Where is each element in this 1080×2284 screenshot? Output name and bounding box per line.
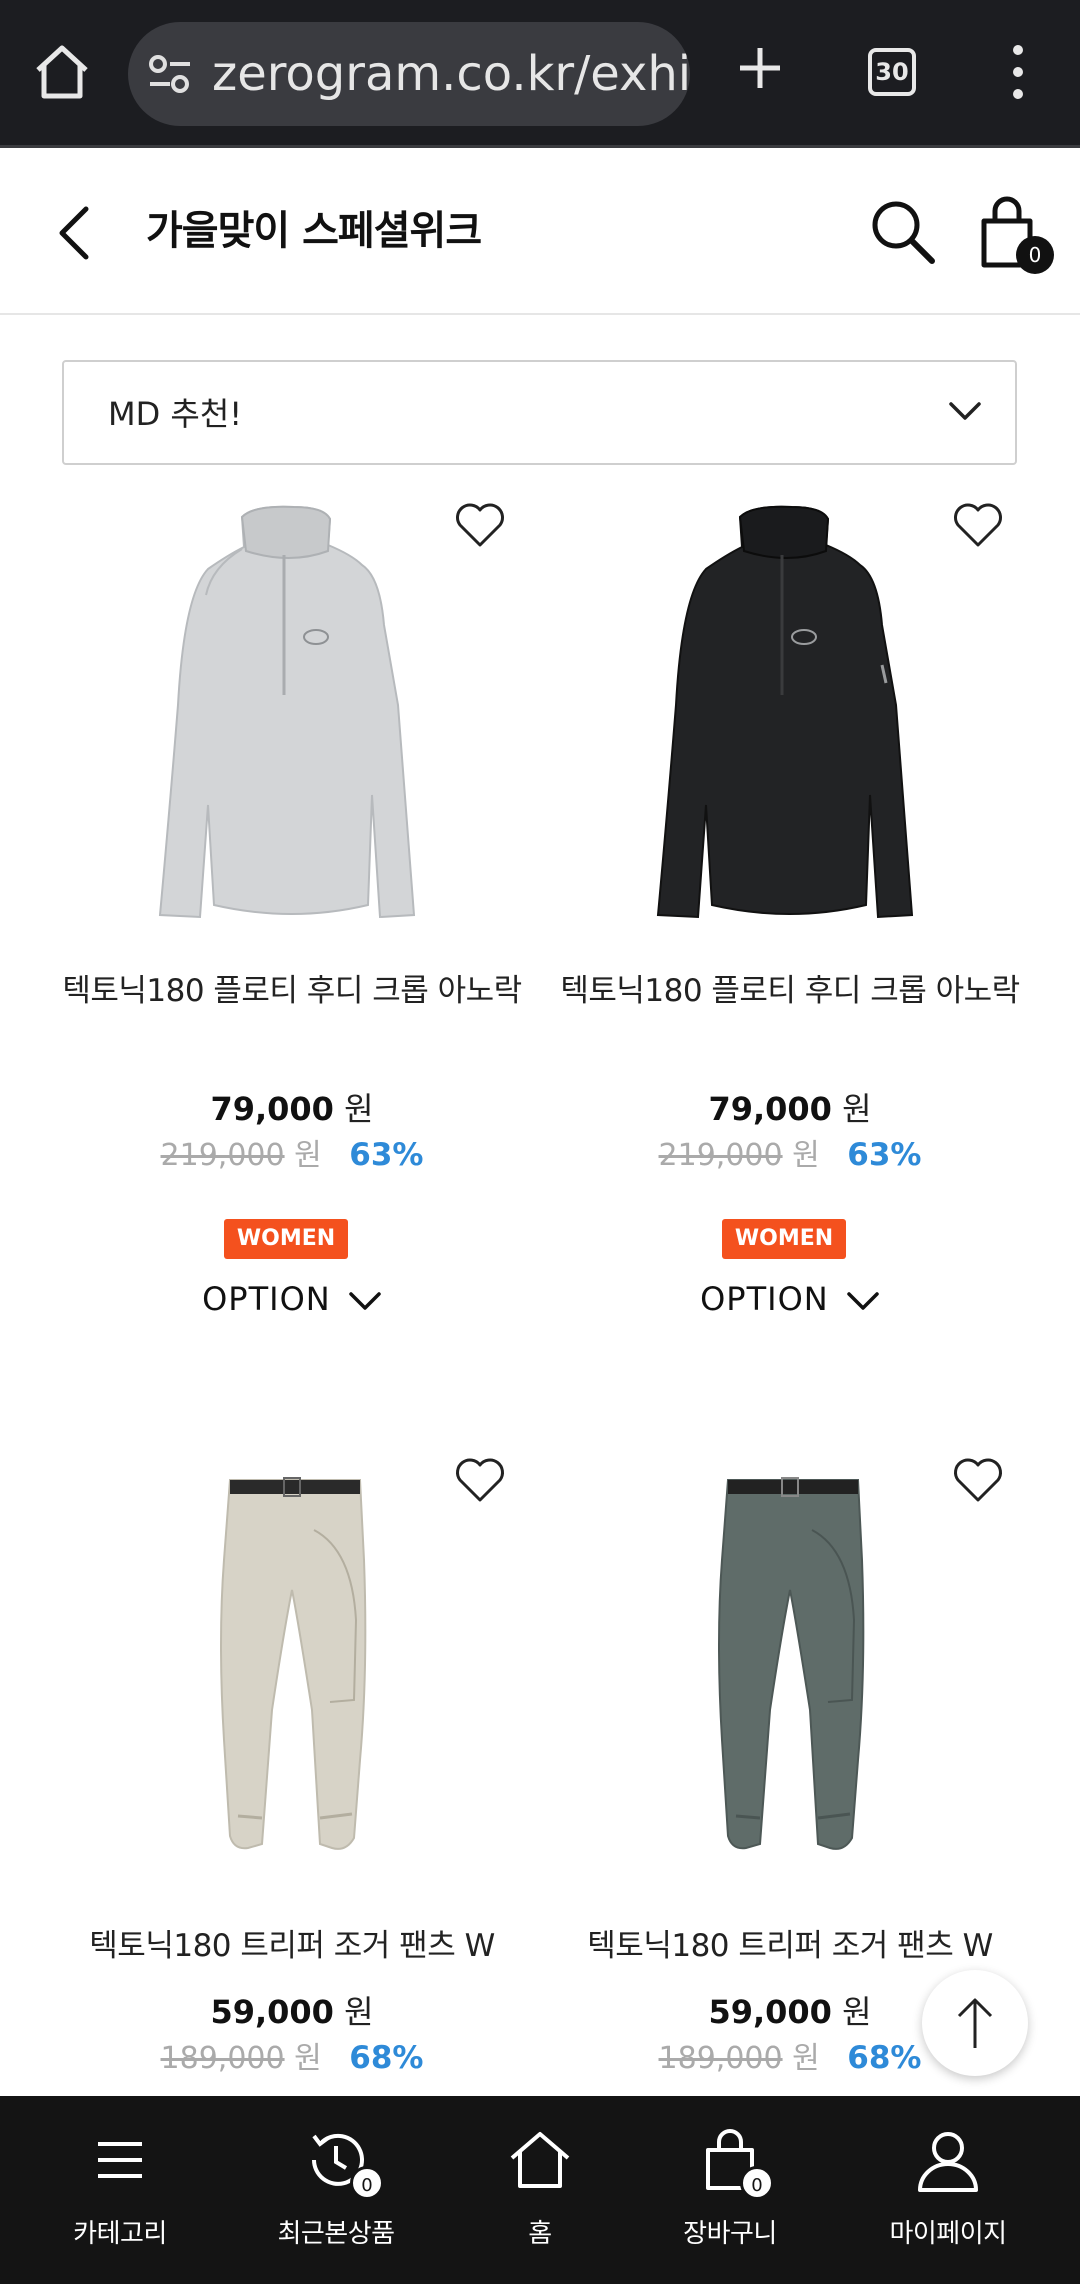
product-image[interactable] <box>560 505 1020 925</box>
original-price-currency: 원 <box>294 1138 322 1173</box>
original-price: 189,000 <box>658 2041 783 2076</box>
page-header: 가을맞이 스페셜위크 <box>0 151 1080 315</box>
sale-price-currency: 원 <box>344 1090 374 1128</box>
cart-count-badge: 0 <box>740 2166 774 2200</box>
nav-label: 마이페이지 <box>889 2219 1007 2249</box>
recent-count-badge: 0 <box>350 2166 384 2200</box>
new-tab-icon[interactable] <box>736 44 784 92</box>
sale-price-currency: 원 <box>842 1993 872 2031</box>
nav-item-category[interactable]: 카테고리 <box>20 2096 220 2284</box>
chevron-down-icon <box>349 1292 381 1310</box>
nav-label: 카테고리 <box>73 2219 167 2249</box>
wishlist-heart-icon[interactable] <box>952 501 1004 549</box>
home-icon <box>510 2132 570 2188</box>
page-title: 가을맞이 스페셜위크 <box>146 208 482 254</box>
product-card[interactable]: 텍토닉180 플로티 후디 크롭 아노락 79,000 원 219,000 원 … <box>560 503 1020 1345</box>
wishlist-heart-icon[interactable] <box>454 1456 506 1504</box>
product-name[interactable]: 텍토닉180 플로티 후디 크롭 아노락 <box>62 965 522 1017</box>
nav-item-mypage[interactable]: 마이페이지 <box>848 2096 1048 2284</box>
original-price: 219,000 <box>658 1138 783 1173</box>
nav-item-cart[interactable]: 0 장바구니 <box>630 2096 830 2284</box>
home-icon[interactable] <box>30 40 94 104</box>
original-price: 189,000 <box>160 2041 285 2076</box>
nav-label: 최근본상품 <box>277 2219 395 2249</box>
sort-selected-value: MD 추천! <box>108 395 243 433</box>
original-price: 219,000 <box>160 1138 285 1173</box>
product-card[interactable]: 텍토닉180 플로티 후디 크롭 아노락 79,000 원 219,000 원 … <box>62 503 522 1345</box>
option-label: OPTION <box>202 1280 331 1318</box>
nav-label: 홈 <box>528 2219 552 2249</box>
women-badge: WOMEN <box>722 1219 846 1259</box>
product-card[interactable]: 텍토닉180 트리퍼 조거 팬츠 W 59,000 원 189,000 원 68… <box>62 1440 522 2080</box>
original-price-currency: 원 <box>294 2041 322 2076</box>
original-price-currency: 원 <box>792 1138 820 1173</box>
original-price-currency: 원 <box>792 2041 820 2076</box>
chevron-down-icon <box>847 1292 879 1310</box>
option-toggle[interactable]: OPTION <box>560 1277 1020 1321</box>
wishlist-heart-icon[interactable] <box>952 1456 1004 1504</box>
nav-item-home[interactable]: 홈 <box>440 2096 640 2284</box>
product-name[interactable]: 텍토닉180 트리퍼 조거 팬츠 W <box>560 1920 1020 1972</box>
back-arrow-icon[interactable] <box>54 201 94 265</box>
nav-label: 장바구니 <box>683 2219 777 2249</box>
chevron-down-icon <box>949 402 981 420</box>
arrow-up-icon <box>957 1998 993 2048</box>
original-price-row: 219,000 원 63% <box>62 1133 522 1178</box>
sort-select[interactable]: MD 추천! <box>62 360 1017 465</box>
discount-rate: 63% <box>847 1137 922 1173</box>
product-image[interactable] <box>62 505 522 925</box>
nav-item-recent[interactable]: 0 최근본상품 <box>236 2096 436 2284</box>
sale-price-value: 79,000 <box>210 1090 334 1128</box>
sale-price-currency: 원 <box>842 1090 872 1128</box>
menu-icon <box>98 2142 142 2178</box>
product-name[interactable]: 텍토닉180 플로티 후디 크롭 아노락 <box>560 965 1020 1017</box>
more-menu-icon[interactable] <box>1012 44 1024 100</box>
product-image[interactable] <box>62 1440 522 1860</box>
discount-rate: 63% <box>349 1137 424 1173</box>
product-name[interactable]: 텍토닉180 트리퍼 조거 팬츠 W <box>62 1920 522 1972</box>
browser-toolbar: zerogram.co.kr/exhib 30 <box>0 0 1080 148</box>
option-label: OPTION <box>700 1280 829 1318</box>
bottom-navigation: 카테고리 0 최근본상품 홈 0 장바구니 마이페이지 <box>0 2096 1080 2284</box>
option-toggle[interactable]: OPTION <box>62 1277 522 1321</box>
scroll-to-top-button[interactable] <box>922 1970 1028 2076</box>
sale-price-value: 59,000 <box>210 1993 334 2031</box>
product-image[interactable] <box>560 1440 1020 1860</box>
sale-price-value: 79,000 <box>708 1090 832 1128</box>
sale-price-currency: 원 <box>344 1993 374 2031</box>
sale-price: 79,000 원 <box>560 1087 1020 1131</box>
women-badge: WOMEN <box>224 1219 348 1259</box>
url-text: zerogram.co.kr/exhib <box>212 46 690 102</box>
discount-rate: 68% <box>847 2040 922 2076</box>
search-icon[interactable] <box>868 197 936 265</box>
sale-price: 59,000 원 <box>62 1990 522 2034</box>
user-icon <box>918 2132 978 2192</box>
discount-rate: 68% <box>349 2040 424 2076</box>
original-price-row: 189,000 원 68% <box>62 2036 522 2081</box>
cart-count-badge: 0 <box>1016 236 1054 274</box>
sale-price: 79,000 원 <box>62 1087 522 1131</box>
original-price-row: 219,000 원 63% <box>560 1133 1020 1178</box>
site-settings-icon[interactable] <box>148 54 192 94</box>
address-bar[interactable]: zerogram.co.kr/exhib <box>128 22 690 126</box>
wishlist-heart-icon[interactable] <box>454 501 506 549</box>
sale-price-value: 59,000 <box>708 1993 832 2031</box>
tab-switcher-button[interactable]: 30 <box>868 48 916 96</box>
